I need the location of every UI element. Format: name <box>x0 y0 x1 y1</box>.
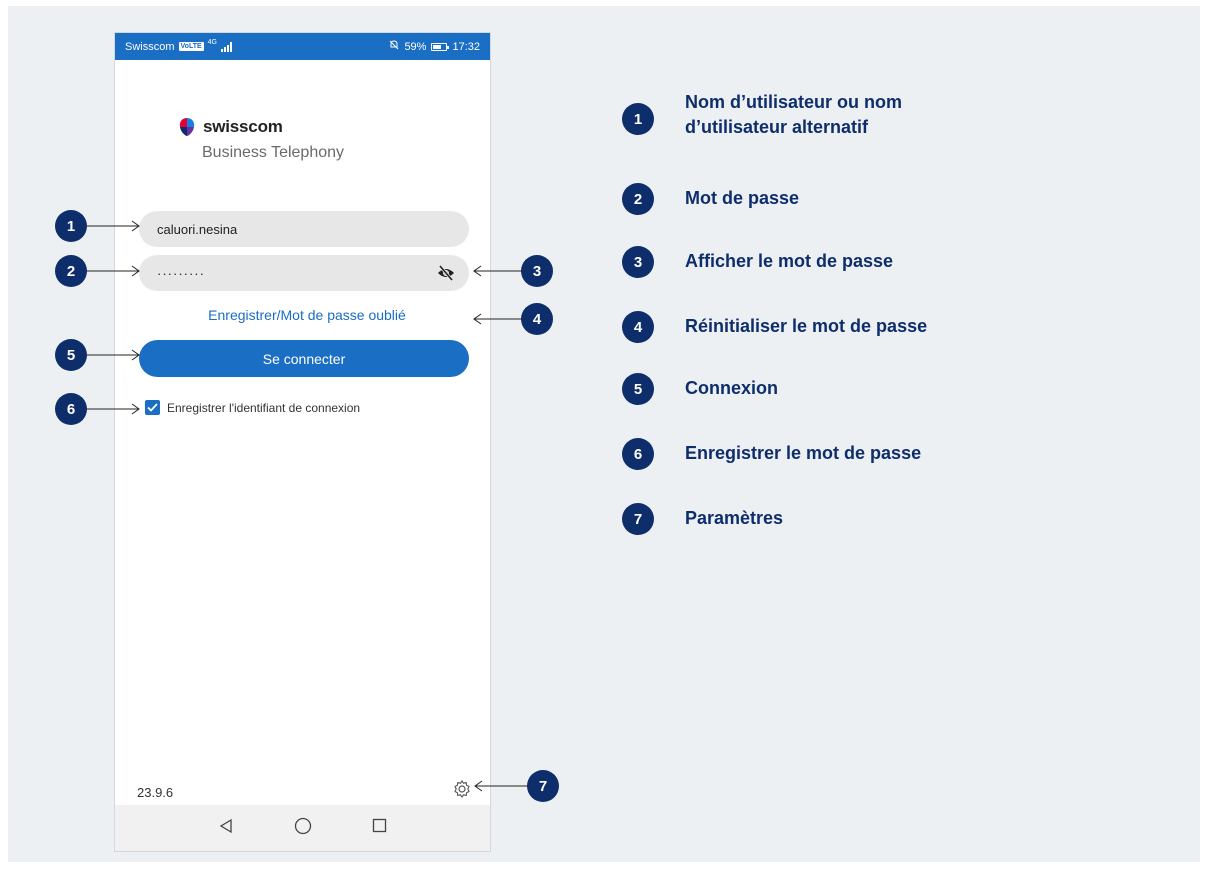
legend-badge: 4 <box>622 311 654 343</box>
mute-bell-icon <box>389 40 399 53</box>
signal-icon <box>221 41 232 52</box>
legend-item: 5 Connexion <box>622 373 985 405</box>
battery-percent: 59% <box>404 40 427 53</box>
carrier-label: Swisscom <box>125 40 175 53</box>
app-version: 23.9.6 <box>137 785 174 800</box>
legend-item: 2 Mot de passe <box>622 183 985 215</box>
forgot-password-link[interactable]: Enregistrer/Mot de passe oublié <box>142 307 472 323</box>
network-type: 4G <box>207 39 217 46</box>
legend-badge: 3 <box>622 246 654 278</box>
home-circle-icon[interactable] <box>294 817 312 840</box>
legend-text: Réinitialiser le mot de passe <box>685 316 928 336</box>
legend-text: Enregistrer le mot de passe <box>685 443 922 463</box>
callout-arrow-1 <box>87 220 140 232</box>
legend-badge: 1 <box>622 103 654 135</box>
legend-text: Afficher le mot de passe <box>685 251 894 271</box>
legend-text: Mot de passe <box>685 188 800 208</box>
legend-item: 1 Nom d’utilisateur ou nom d’utilisateur… <box>622 92 965 140</box>
status-bar: Swisscom VoLTE 4G 59% 17:32 <box>115 33 490 60</box>
callout-arrow-4 <box>473 313 523 325</box>
callout-badge-7: 7 <box>527 770 559 802</box>
logo-name: swisscom <box>203 117 283 136</box>
gear-icon[interactable] <box>452 779 472 804</box>
legend-item: 3 Afficher le mot de passe <box>622 246 985 278</box>
checkbox-checked-icon[interactable] <box>145 400 160 415</box>
legend-badge: 7 <box>622 503 654 535</box>
callout-badge-2: 2 <box>55 255 87 287</box>
battery-icon <box>431 42 450 51</box>
connect-button[interactable]: Se connecter <box>139 340 469 377</box>
callout-badge-5: 5 <box>55 339 87 371</box>
username-value: caluori.nesina <box>157 221 238 237</box>
callout-arrow-3 <box>473 265 523 277</box>
callout-badge-1: 1 <box>55 210 87 242</box>
callout-arrow-5 <box>87 349 140 361</box>
legend-badge: 6 <box>622 438 654 470</box>
legend-item: 6 Enregistrer le mot de passe <box>622 438 985 470</box>
legend-text: Nom d’utilisateur ou nom d’utilisateur a… <box>685 92 903 137</box>
legend-item: 7 Paramètres <box>622 503 985 535</box>
back-triangle-icon[interactable] <box>218 818 234 839</box>
swisscom-logo: swisscom Business Telephony <box>177 117 344 162</box>
eye-slash-icon[interactable] <box>437 264 455 285</box>
callout-arrow-6 <box>87 403 140 415</box>
callout-badge-6: 6 <box>55 393 87 425</box>
volte-badge: VoLTE <box>178 42 204 51</box>
legend-text: Connexion <box>685 378 778 398</box>
clock: 17:32 <box>452 40 480 53</box>
legend-badge: 2 <box>622 183 654 215</box>
swisscom-mark-icon <box>179 118 195 136</box>
legend-item: 4 Réinitialiser le mot de passe <box>622 311 985 343</box>
callout-badge-4: 4 <box>521 303 553 335</box>
callout-arrow-7 <box>474 780 529 792</box>
callout-arrow-2 <box>87 265 140 277</box>
android-nav-bar <box>115 805 490 851</box>
password-value: ········· <box>157 265 205 281</box>
phone-screen: Swisscom VoLTE 4G 59% 17:32 swisscom Bus… <box>114 32 491 852</box>
password-field[interactable]: ········· <box>139 255 469 291</box>
remember-label: Enregistrer l'identifiant de connexion <box>167 400 361 415</box>
callout-badge-3: 3 <box>521 255 553 287</box>
username-field[interactable]: caluori.nesina <box>139 211 469 247</box>
legend-badge: 5 <box>622 373 654 405</box>
recents-square-icon[interactable] <box>372 818 387 838</box>
legend-text: Paramètres <box>685 508 784 528</box>
remember-login-row[interactable]: Enregistrer l'identifiant de connexion <box>145 400 360 415</box>
logo-subtitle: Business Telephony <box>202 144 345 161</box>
